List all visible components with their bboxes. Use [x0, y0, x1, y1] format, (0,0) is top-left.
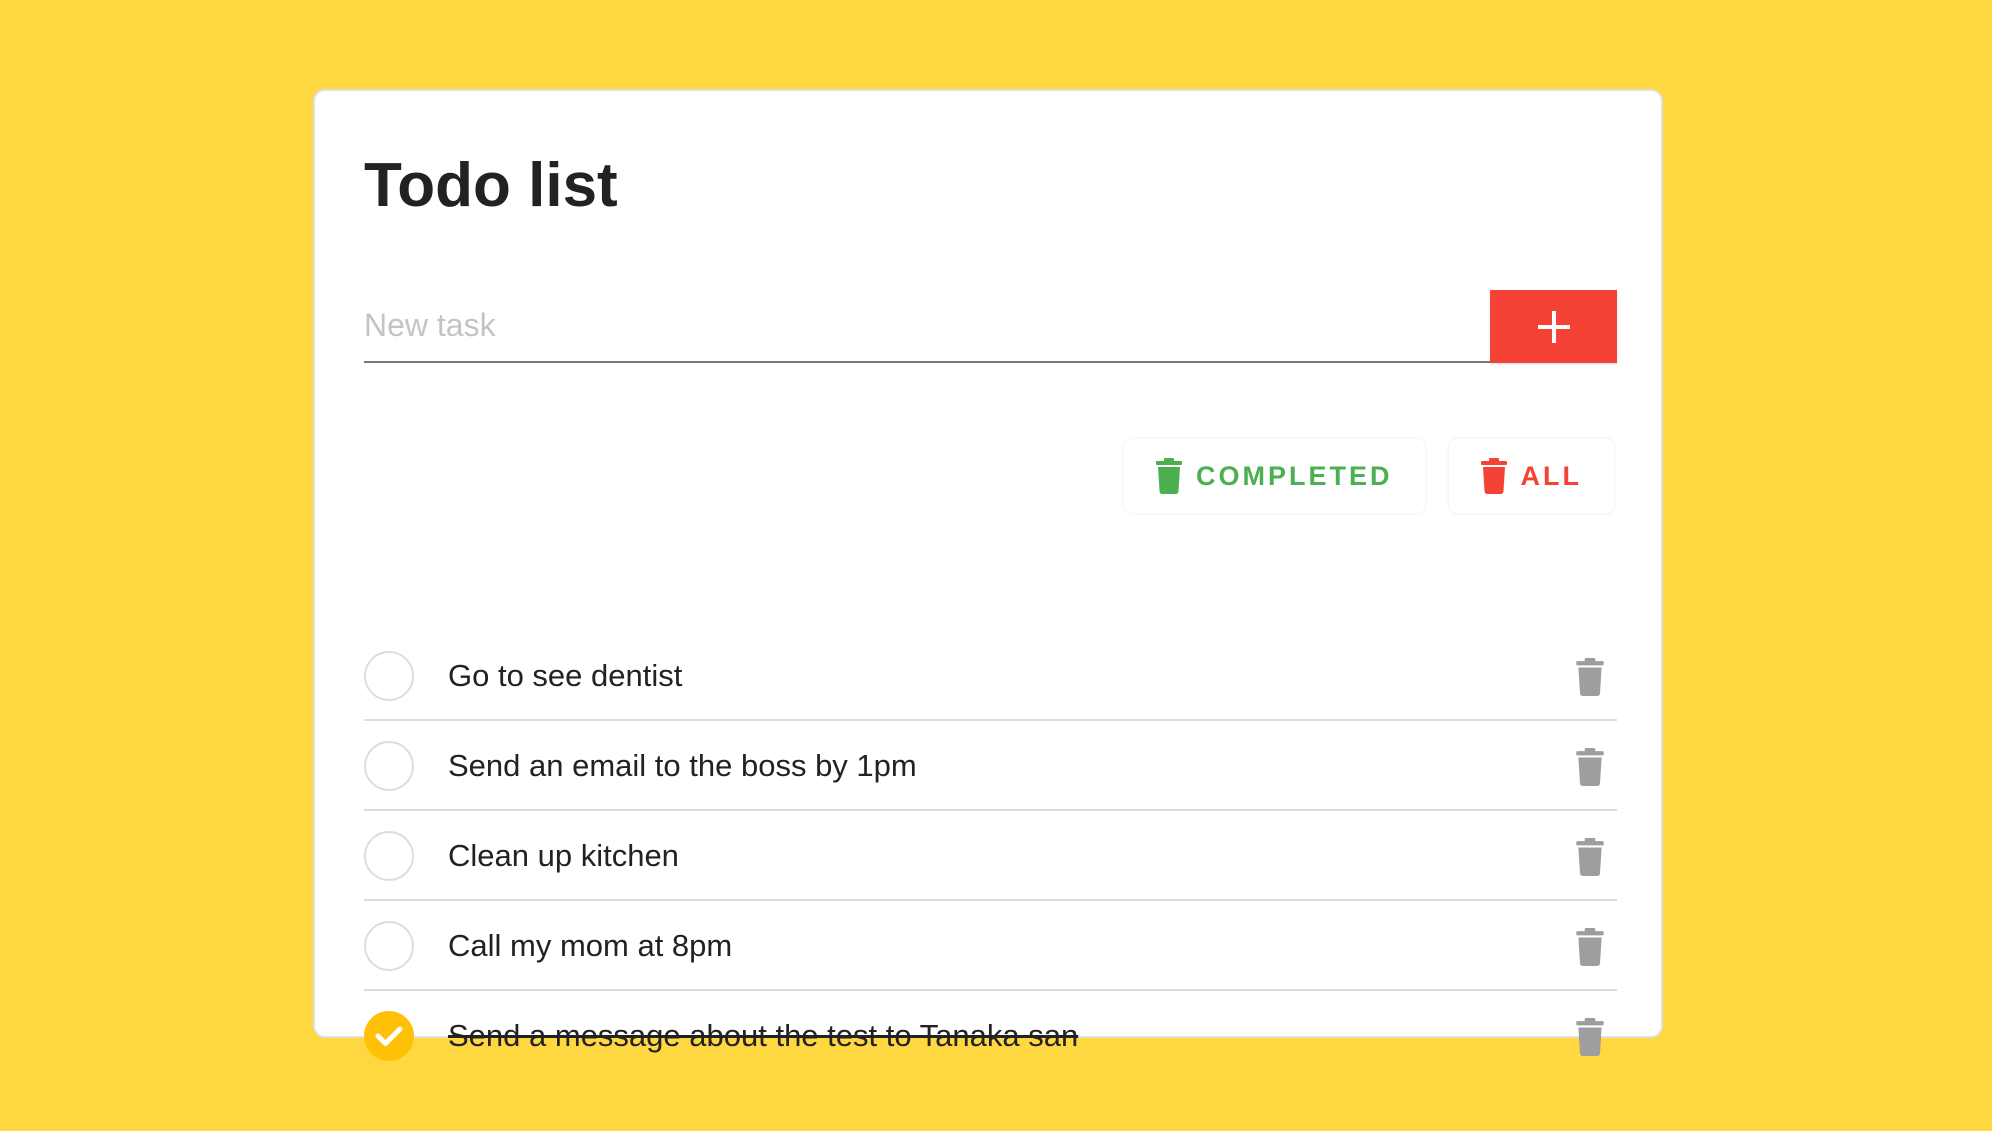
page-title: Todo list [364, 151, 618, 220]
task-checkbox[interactable] [364, 1011, 414, 1061]
task-text: Go to see dentist [448, 658, 683, 693]
new-task-input[interactable] [364, 290, 1490, 363]
delete-task-button[interactable] [1575, 928, 1605, 966]
task-text: Clean up kitchen [448, 838, 679, 873]
delete-all-button[interactable]: ALL [1448, 439, 1614, 513]
trash-icon [1575, 1018, 1605, 1056]
delete-completed-button[interactable]: COMPLETED [1124, 439, 1425, 513]
task-list: Go to see dentist Send an email to the b… [364, 631, 1617, 1081]
delete-all-label: ALL [1520, 460, 1582, 491]
trash-icon [1575, 928, 1605, 966]
task-checkbox[interactable] [364, 651, 414, 701]
trash-icon [1156, 458, 1182, 494]
task-checkbox[interactable] [364, 741, 414, 791]
new-task-row [364, 290, 1617, 363]
trash-icon [1575, 658, 1605, 696]
plus-icon [1537, 310, 1570, 343]
delete-completed-label: COMPLETED [1196, 460, 1393, 491]
task-item: Send an email to the boss by 1pm [364, 721, 1617, 811]
task-checkbox[interactable] [364, 921, 414, 971]
task-checkbox[interactable] [364, 831, 414, 881]
task-text: Send an email to the boss by 1pm [448, 748, 917, 783]
task-item: Go to see dentist [364, 631, 1617, 721]
task-item: Send a message about the test to Tanaka … [364, 991, 1617, 1081]
trash-icon [1480, 458, 1507, 494]
delete-task-button[interactable] [1575, 838, 1605, 876]
add-task-button[interactable] [1490, 290, 1617, 363]
task-item: Clean up kitchen [364, 811, 1617, 901]
bulk-actions: COMPLETED ALL [1124, 439, 1614, 513]
task-text: Call my mom at 8pm [448, 928, 733, 963]
delete-task-button[interactable] [1575, 748, 1605, 786]
delete-task-button[interactable] [1575, 1018, 1605, 1056]
delete-task-button[interactable] [1575, 658, 1605, 696]
trash-icon [1575, 748, 1605, 786]
trash-icon [1575, 838, 1605, 876]
todo-card: Todo list COMPLETED [313, 89, 1663, 1061]
task-item: Call my mom at 8pm [364, 901, 1617, 991]
task-text: Send a message about the test to Tanaka … [448, 1018, 1079, 1053]
checkmark-icon [375, 1026, 403, 1046]
